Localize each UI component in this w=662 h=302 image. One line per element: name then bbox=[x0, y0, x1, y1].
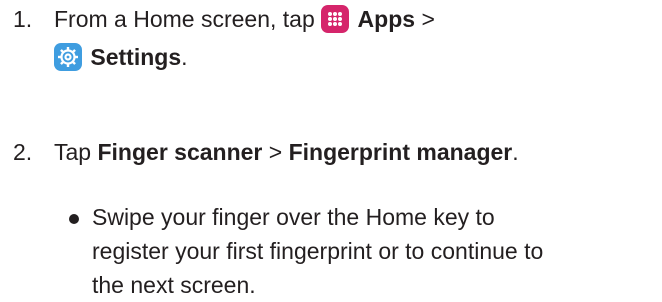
settings-label: Settings bbox=[90, 44, 182, 70]
step-number: 1. bbox=[13, 6, 33, 32]
bullet-line-2: register your first fingerprint or to co… bbox=[92, 238, 544, 264]
bullet-text: Swipe your finger over the Home key to r… bbox=[92, 200, 543, 302]
apps-label: Apps bbox=[357, 6, 416, 32]
fingerprint-manager-label: Fingerprint manager bbox=[288, 139, 513, 165]
bullet-line-3: the next screen. bbox=[92, 272, 256, 298]
step-1-text: From a Home screen, tap Apps > Settings. bbox=[54, 2, 435, 74]
bullet-line-1: Swipe your finger over the Home key to bbox=[92, 204, 495, 230]
step-2-line-1: Tap Finger scanner > Fingerprint manager… bbox=[54, 135, 519, 169]
settings-gear-icon bbox=[54, 43, 82, 71]
step-2-text: Tap Finger scanner > Fingerprint manager… bbox=[54, 135, 519, 169]
separator: > bbox=[421, 6, 435, 32]
step-1-line-2: Settings. bbox=[54, 40, 435, 74]
step-1-line-1: From a Home screen, tap Apps > bbox=[54, 2, 435, 36]
bullet-dot bbox=[69, 214, 79, 224]
apps-grid-icon bbox=[321, 5, 350, 33]
step-1-prefix: From a Home screen, tap bbox=[54, 6, 315, 32]
step-2-prefix: Tap bbox=[54, 139, 92, 165]
bullet-item: Swipe your finger over the Home key to r… bbox=[69, 200, 543, 302]
separator: > bbox=[268, 139, 283, 165]
step-number: 2. bbox=[13, 139, 33, 165]
step-1-end: . bbox=[181, 44, 188, 70]
finger-scanner-label: Finger scanner bbox=[97, 139, 263, 165]
step-2-end: . bbox=[512, 139, 519, 165]
